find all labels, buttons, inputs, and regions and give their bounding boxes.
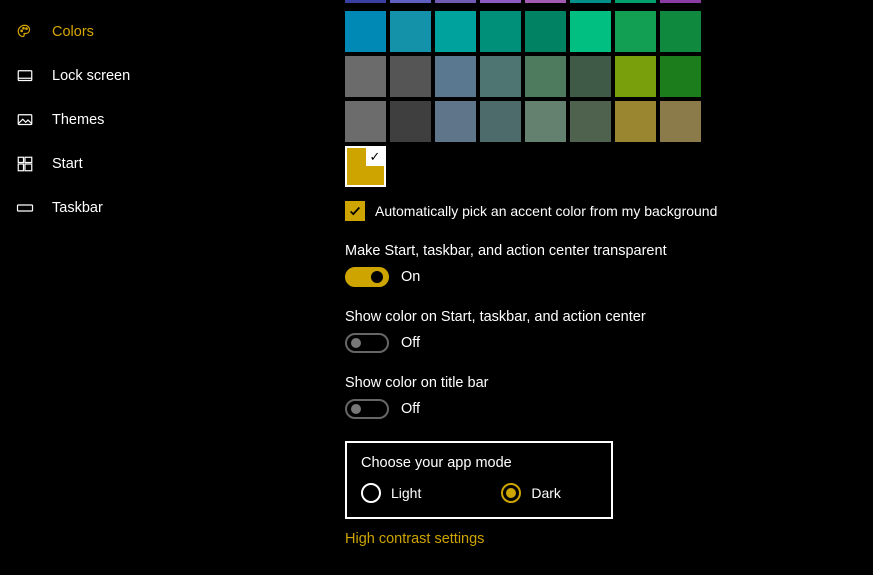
- themes-icon: [16, 111, 34, 129]
- color-swatch[interactable]: [525, 101, 566, 142]
- color-swatch[interactable]: [660, 101, 701, 142]
- color-swatch[interactable]: [345, 101, 386, 142]
- high-contrast-link[interactable]: High contrast settings: [345, 531, 484, 547]
- sidebar-item-colors[interactable]: Colors: [0, 10, 275, 54]
- color-swatch[interactable]: [480, 0, 521, 3]
- sidebar-item-themes[interactable]: Themes: [0, 98, 275, 142]
- sidebar-item-label: Colors: [52, 24, 94, 40]
- app-mode-dark-label: Dark: [531, 485, 561, 501]
- color-swatch[interactable]: [435, 101, 476, 142]
- color-swatch[interactable]: [525, 0, 566, 3]
- sidebar-item-start[interactable]: Start: [0, 142, 275, 186]
- transparent-label: Make Start, taskbar, and action center t…: [345, 243, 873, 259]
- color-swatch[interactable]: [480, 56, 521, 97]
- color-swatch[interactable]: [615, 0, 656, 3]
- selected-accent-swatch[interactable]: ✓: [345, 146, 386, 187]
- palette-icon: [16, 23, 34, 41]
- show-color-title-toggle[interactable]: [345, 399, 389, 419]
- color-swatch[interactable]: [570, 0, 611, 3]
- checkbox-icon: [345, 201, 365, 221]
- transparent-toggle[interactable]: [345, 267, 389, 287]
- color-swatch[interactable]: [390, 56, 431, 97]
- app-mode-title: Choose your app mode: [361, 455, 597, 471]
- color-swatch[interactable]: [660, 11, 701, 52]
- auto-pick-label: Automatically pick an accent color from …: [375, 203, 717, 219]
- auto-pick-accent-checkbox[interactable]: Automatically pick an accent color from …: [345, 201, 873, 221]
- app-mode-light-label: Light: [391, 485, 421, 501]
- color-swatch[interactable]: [480, 101, 521, 142]
- radio-icon: [361, 483, 381, 503]
- sidebar-item-label: Lock screen: [52, 68, 130, 84]
- sidebar-item-taskbar[interactable]: Taskbar: [0, 186, 275, 230]
- color-swatch[interactable]: [345, 11, 386, 52]
- show-color-title-label: Show color on title bar: [345, 375, 873, 391]
- settings-sidebar: Colors Lock screen Themes Start Taskbar: [0, 0, 275, 575]
- app-mode-dark-radio[interactable]: Dark: [501, 483, 561, 503]
- radio-icon: [501, 483, 521, 503]
- lockscreen-icon: [16, 67, 34, 85]
- color-swatch[interactable]: [570, 56, 611, 97]
- start-icon: [16, 155, 34, 173]
- accent-color-grid: [345, 0, 873, 142]
- sidebar-item-label: Start: [52, 156, 83, 172]
- color-swatch[interactable]: [345, 0, 386, 3]
- sidebar-item-lockscreen[interactable]: Lock screen: [0, 54, 275, 98]
- color-swatch[interactable]: [435, 56, 476, 97]
- color-swatch[interactable]: [390, 11, 431, 52]
- app-mode-section: Choose your app mode Light Dark: [345, 441, 613, 519]
- transparent-state: On: [401, 269, 420, 285]
- color-swatch[interactable]: [345, 56, 386, 97]
- show-color-start-toggle[interactable]: [345, 333, 389, 353]
- color-swatch[interactable]: [615, 11, 656, 52]
- color-swatch[interactable]: [525, 56, 566, 97]
- color-swatch[interactable]: [390, 101, 431, 142]
- color-swatch[interactable]: [615, 56, 656, 97]
- app-mode-light-radio[interactable]: Light: [361, 483, 421, 503]
- color-swatch[interactable]: [435, 0, 476, 3]
- color-swatch[interactable]: [390, 0, 431, 3]
- color-swatch[interactable]: [480, 11, 521, 52]
- show-color-start-state: Off: [401, 335, 420, 351]
- sidebar-item-label: Taskbar: [52, 200, 103, 216]
- sidebar-item-label: Themes: [52, 112, 104, 128]
- color-swatch[interactable]: [660, 56, 701, 97]
- show-color-title-state: Off: [401, 401, 420, 417]
- color-swatch[interactable]: [570, 11, 611, 52]
- taskbar-icon: [16, 199, 34, 217]
- check-icon: ✓: [366, 148, 384, 166]
- color-swatch[interactable]: [570, 101, 611, 142]
- color-swatch[interactable]: [525, 11, 566, 52]
- content-area: ✓ Automatically pick an accent color fro…: [275, 0, 873, 575]
- color-swatch[interactable]: [615, 101, 656, 142]
- show-color-start-label: Show color on Start, taskbar, and action…: [345, 309, 873, 325]
- color-swatch[interactable]: [660, 0, 701, 3]
- color-swatch[interactable]: [435, 11, 476, 52]
